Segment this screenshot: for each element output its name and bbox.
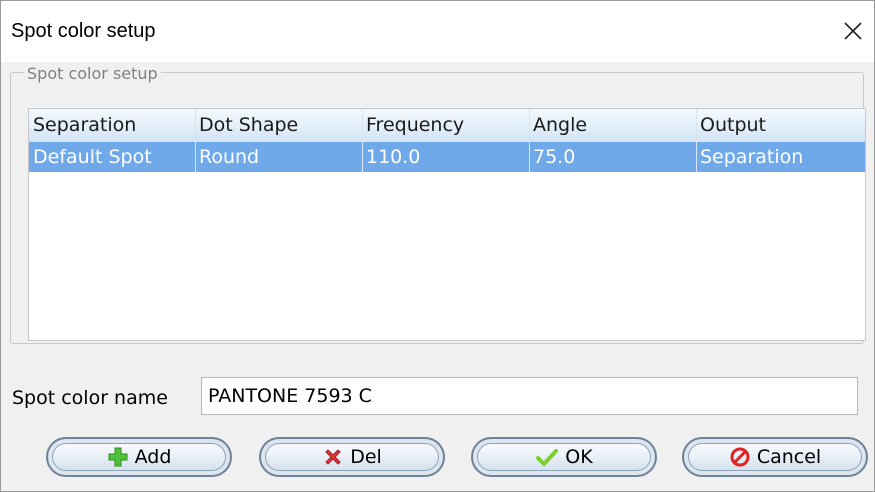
- column-header-output[interactable]: Output: [700, 109, 766, 142]
- cell-dot-shape: Round: [199, 146, 260, 168]
- delete-button[interactable]: Del: [259, 437, 445, 477]
- cell-separation: Default Spot: [33, 146, 152, 168]
- column-header-frequency[interactable]: Frequency: [366, 109, 464, 142]
- cell-frequency: 110.0: [366, 146, 421, 168]
- add-button[interactable]: Add: [46, 437, 232, 477]
- cancel-button-label: Cancel: [756, 446, 822, 468]
- plus-icon: [108, 447, 128, 467]
- cancel-button[interactable]: Cancel: [682, 437, 868, 477]
- row-divider: [696, 142, 697, 172]
- column-header-separation[interactable]: Separation: [33, 109, 136, 142]
- title-bar: Spot color setup: [0, 0, 875, 62]
- delete-button-label: Del: [350, 446, 382, 468]
- delete-icon: [325, 449, 341, 465]
- add-button-label: Add: [134, 446, 172, 468]
- column-divider[interactable]: [529, 109, 530, 142]
- column-divider[interactable]: [696, 109, 697, 142]
- close-icon[interactable]: [838, 16, 868, 46]
- cancel-icon: [730, 447, 750, 467]
- cell-angle: 75.0: [533, 146, 576, 168]
- table-row[interactable]: Default Spot Round 110.0 75.0 Separation: [29, 142, 865, 172]
- checkmark-icon: [536, 449, 559, 466]
- row-divider: [195, 142, 196, 172]
- column-divider[interactable]: [195, 109, 196, 142]
- cell-output: Separation: [700, 146, 804, 168]
- window-title: Spot color setup: [11, 20, 156, 42]
- ok-button[interactable]: OK: [471, 437, 657, 477]
- column-header-angle[interactable]: Angle: [533, 109, 587, 142]
- ok-button-label: OK: [565, 446, 593, 468]
- column-header-dot-shape[interactable]: Dot Shape: [199, 109, 298, 142]
- spot-color-name-input[interactable]: [201, 377, 858, 415]
- table-header: Separation Dot Shape Frequency Angle Out…: [29, 109, 865, 142]
- spot-color-name-label: Spot color name: [12, 387, 168, 409]
- column-divider[interactable]: [362, 109, 363, 142]
- row-divider: [529, 142, 530, 172]
- group-legend: Spot color setup: [24, 64, 161, 83]
- separation-table[interactable]: Separation Dot Shape Frequency Angle Out…: [28, 108, 866, 341]
- row-divider: [362, 142, 363, 172]
